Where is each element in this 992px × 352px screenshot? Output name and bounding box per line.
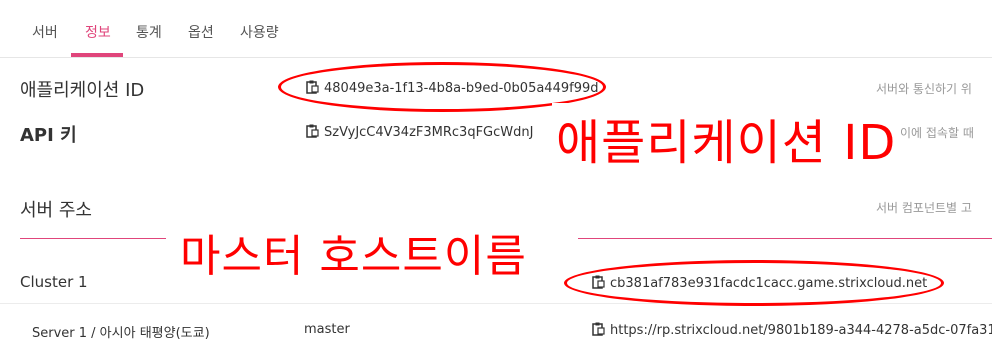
- tab-usage[interactable]: 사용량: [240, 22, 279, 42]
- cluster-label: Cluster 1: [20, 273, 88, 291]
- tab-info[interactable]: 정보: [85, 22, 111, 42]
- app-id-label: 애플리케이션 ID: [20, 80, 145, 101]
- section-divider-right: [578, 238, 992, 239]
- api-key-hint: 이에 접속할 때: [900, 126, 974, 140]
- server-url-text: https://rp.strixcloud.net/9801b189-a344-…: [610, 323, 992, 338]
- active-tab-indicator: [71, 53, 123, 57]
- server-role: master: [304, 322, 350, 337]
- server-url[interactable]: https://rp.strixcloud.net/9801b189-a344-…: [592, 322, 992, 340]
- tab-stats[interactable]: 통계: [136, 22, 162, 42]
- api-key-value[interactable]: SzVyJcC4V34zF3MRc3qFGcWdnJ: [306, 124, 533, 142]
- clipboard-copy-icon[interactable]: [592, 322, 605, 340]
- annotation-ellipse-cluster-host: [564, 260, 944, 306]
- server-address-title: 서버 주소: [20, 200, 92, 221]
- tab-server[interactable]: 서버: [32, 22, 58, 42]
- annotation-app-id: 애플리케이션 ID: [552, 103, 901, 173]
- api-key-text: SzVyJcC4V34zF3MRc3qFGcWdnJ: [324, 125, 534, 140]
- tab-options[interactable]: 옵션: [188, 22, 214, 42]
- clipboard-copy-icon[interactable]: [306, 124, 319, 142]
- section-divider-left: [20, 238, 166, 239]
- server-name: Server 1 / 아시아 태평양(도쿄): [32, 326, 210, 341]
- annotation-master-host: 마스터 호스트이름: [176, 220, 531, 284]
- server-address-hint: 서버 컴포넌트별 고: [876, 201, 972, 215]
- app-id-hint: 서버와 통신하기 위: [876, 82, 972, 96]
- tab-bar: 서버 정보 통계 옵션 사용량: [0, 0, 992, 58]
- api-key-label: API 키: [20, 125, 77, 146]
